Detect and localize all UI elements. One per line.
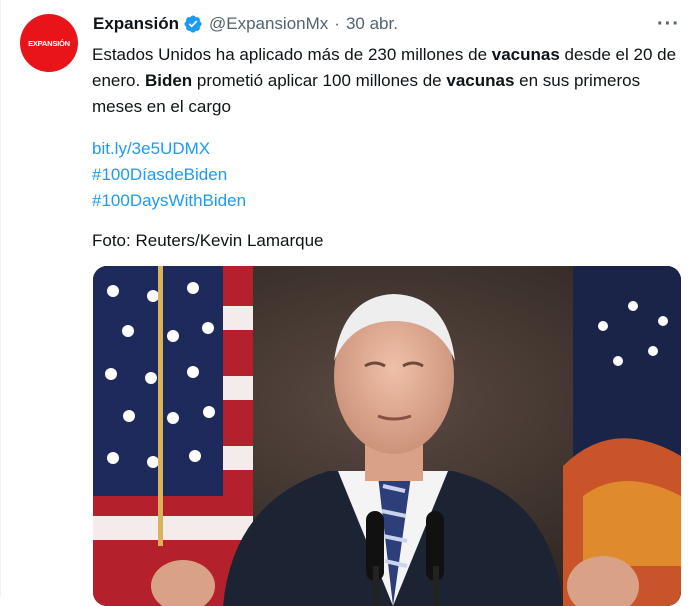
avatar-logo-text: EXPANSIÓN — [28, 38, 70, 48]
tweet-text-bold: Biden — [144, 71, 193, 90]
hashtag-link[interactable]: #100DaysWithBiden — [92, 188, 246, 214]
tweet-timestamp[interactable]: 30 abr. — [346, 14, 398, 34]
separator-dot: · — [334, 14, 340, 33]
tweet-header: Expansión @ExpansionMx · 30 abr. — [93, 14, 398, 34]
tweet-text-bold: vacunas — [446, 71, 515, 90]
tweet-text-bold: vacunas — [491, 45, 560, 64]
photo-illustration — [93, 266, 681, 606]
tweet-text-part: Estados Unidos ha aplicado más de 230 mi… — [92, 45, 492, 64]
hashtag-link[interactable]: #100DíasdeBiden — [92, 162, 246, 188]
tweet-links: bit.ly/3e5UDMX #100DíasdeBiden #100DaysW… — [92, 136, 246, 214]
author-name[interactable]: Expansión — [93, 14, 179, 34]
right-flag — [563, 266, 681, 606]
verified-badge-icon — [184, 15, 202, 33]
photo-credit: Foto: Reuters/Kevin Lamarque — [92, 231, 324, 250]
author-handle[interactable]: @ExpansionMx — [209, 14, 328, 34]
tweet[interactable]: EXPANSIÓN Expansión @ExpansionMx · 30 ab… — [0, 0, 700, 606]
us-flag — [93, 266, 253, 606]
tweet-text: Estados Unidos ha aplicado más de 230 mi… — [92, 42, 687, 120]
avatar[interactable]: EXPANSIÓN — [20, 14, 78, 72]
more-options-icon[interactable]: ··· — [657, 13, 680, 36]
short-link[interactable]: bit.ly/3e5UDMX — [92, 136, 246, 162]
tweet-text-part: prometió aplicar 100 millones de — [192, 71, 447, 90]
tweet-photo[interactable] — [93, 266, 681, 606]
